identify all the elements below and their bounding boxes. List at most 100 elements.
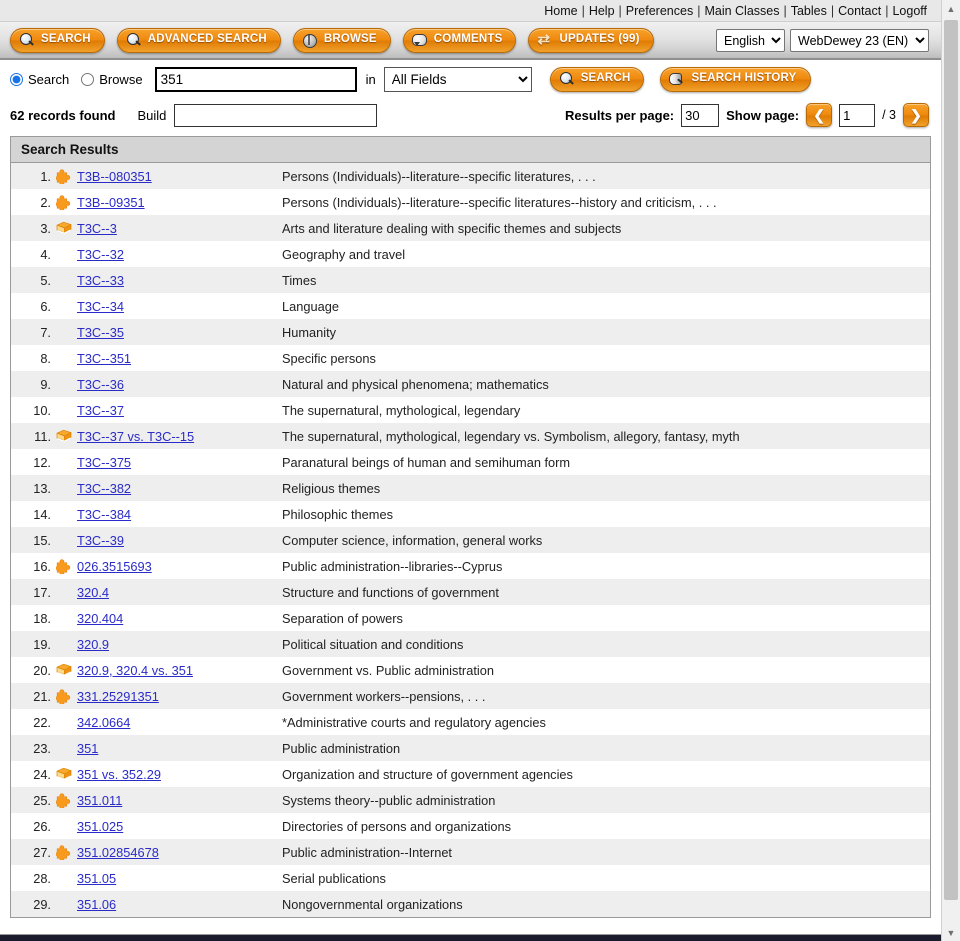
dewey-number-link[interactable]: T3C--37 <box>77 403 124 418</box>
dewey-number-link[interactable]: 351.05 <box>77 871 116 886</box>
search-history-button[interactable]: SEARCH HISTORY <box>660 66 811 92</box>
table-row: 4. T3C--32 Geography and travel <box>11 241 930 267</box>
row-number: 11. <box>34 428 51 444</box>
dewey-number-link[interactable]: T3C--35 <box>77 325 124 340</box>
browse-button[interactable]: BROWSE <box>292 27 391 53</box>
no-icon <box>56 897 72 912</box>
nav-link-tables[interactable]: Tables <box>791 4 827 18</box>
nav-link-home[interactable]: Home <box>544 4 577 18</box>
page-number-input[interactable] <box>839 103 876 127</box>
row-number: 27. <box>33 844 51 860</box>
search-input[interactable] <box>154 66 357 92</box>
dewey-number-link[interactable]: 320.4 <box>77 585 109 600</box>
dewey-number-link[interactable]: 351.011 <box>77 793 122 808</box>
dewey-number-link[interactable]: 351.06 <box>77 897 116 912</box>
row-description: Public administration <box>282 740 401 756</box>
dewey-number-link[interactable]: 331.25291351 <box>77 689 159 704</box>
dewey-number-link[interactable]: T3C--32 <box>77 247 124 262</box>
build-input[interactable] <box>174 103 378 127</box>
dewey-number-link[interactable]: 351.02854678 <box>77 845 159 860</box>
mode-search-radio[interactable] <box>10 72 23 86</box>
browser-viewport: Home | Help | Preferences | Main Classes… <box>0 0 960 941</box>
row-link-cell: T3C--37 <box>77 397 282 423</box>
advanced-search-button[interactable]: ADVANCED SEARCH <box>116 27 281 53</box>
row-description: Structure and functions of government <box>282 584 499 600</box>
no-icon <box>56 637 72 652</box>
row-description: Religious themes <box>282 480 381 496</box>
nav-link-help[interactable]: Help <box>589 4 615 18</box>
updates-button[interactable]: UPDATES (99) <box>528 27 654 53</box>
search-field-select[interactable]: All Fields <box>383 66 532 92</box>
row-number: 14. <box>33 506 51 522</box>
dewey-number-link[interactable]: 320.9 <box>77 637 109 652</box>
table-row: 27. 351.02854678 Public administration--In… <box>11 839 930 865</box>
dewey-number-link[interactable]: 351 vs. 352.29 <box>77 767 161 782</box>
row-link-cell: 351.025 <box>77 813 282 839</box>
no-icon <box>56 299 72 314</box>
comments-button[interactable]: COMMENTS <box>402 27 517 53</box>
table-row: 21. 331.25291351 Government workers--pensi… <box>11 683 930 709</box>
language-select[interactable]: English <box>716 29 785 52</box>
submit-search-button[interactable]: SEARCH <box>549 66 645 92</box>
comments-button-label: COMMENTS <box>433 33 503 46</box>
dewey-number-link[interactable]: T3B--080351 <box>77 169 152 184</box>
dewey-number-link[interactable]: T3B--09351 <box>77 195 145 210</box>
prev-page-button[interactable]: ❮ <box>806 103 833 127</box>
table-row: 24. 351 vs. 352.29 Organization and struct… <box>11 761 930 787</box>
dewey-number-link[interactable]: T3C--33 <box>77 273 124 288</box>
scroll-down-arrow-icon[interactable]: ▼ <box>942 924 960 941</box>
scroll-up-arrow-icon[interactable]: ▲ <box>942 0 960 17</box>
nav-link-preferences[interactable]: Preferences <box>626 4 693 18</box>
scrollbar-thumb[interactable] <box>944 20 958 900</box>
dewey-number-link[interactable]: T3C--36 <box>77 377 124 392</box>
webdewey-page: Home | Help | Preferences | Main Classes… <box>0 0 941 941</box>
nav-link-contact[interactable]: Contact <box>838 4 881 18</box>
dewey-number-link[interactable]: 351 <box>77 741 98 756</box>
row-type-icon-cell <box>51 735 77 761</box>
row-type-icon-cell <box>51 397 77 423</box>
row-link-cell: 331.25291351 <box>77 683 282 709</box>
search-button[interactable]: SEARCH <box>10 27 105 53</box>
mode-search-radio-group[interactable]: Search <box>10 72 69 87</box>
mode-browse-radio-group[interactable]: Browse <box>81 72 143 87</box>
table-row: 29. 351.06 Nongovernmental organizations <box>11 891 930 917</box>
dewey-number-link[interactable]: T3C--375 <box>77 455 131 470</box>
dewey-number-link[interactable]: 026.3515693 <box>77 559 152 574</box>
row-number: 12. <box>33 454 51 470</box>
dewey-number-link[interactable]: 351.025 <box>77 819 123 834</box>
nav-link-main-classes[interactable]: Main Classes <box>704 4 779 18</box>
records-found-text: 62 records found <box>10 107 116 123</box>
dewey-number-link[interactable]: 320.9, 320.4 vs. 351 <box>77 663 193 678</box>
no-icon <box>56 351 72 366</box>
row-link-cell: 351.02854678 <box>77 839 282 865</box>
dewey-number-link[interactable]: T3C--382 <box>77 481 131 496</box>
row-link-cell: 320.9, 320.4 vs. 351 <box>77 657 282 683</box>
nav-link-logoff[interactable]: Logoff <box>892 4 927 18</box>
language-controls: English WebDewey 23 (EN) <box>716 29 929 52</box>
results-per-page-input[interactable] <box>681 103 720 127</box>
dewey-number-link[interactable]: T3C--3 <box>77 221 117 236</box>
row-type-icon-cell <box>51 345 77 371</box>
no-icon <box>56 819 72 834</box>
browser-vertical-scrollbar[interactable]: ▲ ▼ <box>941 0 960 941</box>
row-description: Persons (Individuals)--literature--speci… <box>282 168 596 184</box>
dewey-number-link[interactable]: T3C--384 <box>77 507 131 522</box>
dewey-number-link[interactable]: T3C--34 <box>77 299 124 314</box>
dewey-number-link[interactable]: T3C--39 <box>77 533 124 548</box>
next-page-button[interactable]: ❯ <box>903 103 929 127</box>
search-bar: Search Browse in All Fields SEARCH SEARC… <box>0 60 941 98</box>
nav-separator: | <box>581 3 585 18</box>
mode-browse-radio[interactable] <box>81 72 95 86</box>
puzzle-piece-icon <box>56 793 72 809</box>
refresh-icon <box>537 30 552 48</box>
row-type-icon-cell <box>51 267 77 293</box>
dewey-number-link[interactable]: T3C--37 vs. T3C--15 <box>77 429 194 444</box>
dewey-number-link[interactable]: T3C--351 <box>77 351 131 366</box>
row-description: *Administrative courts and regulatory ag… <box>282 714 546 730</box>
dewey-number-link[interactable]: 342.0664 <box>77 715 130 730</box>
results-info-bar: 62 records found Build Results per page:… <box>0 98 941 132</box>
row-link-cell: T3C--32 <box>77 241 282 267</box>
edition-select[interactable]: WebDewey 23 (EN) <box>790 29 929 52</box>
row-description: Organization and structure of government… <box>282 766 573 782</box>
dewey-number-link[interactable]: 320.404 <box>77 611 123 626</box>
